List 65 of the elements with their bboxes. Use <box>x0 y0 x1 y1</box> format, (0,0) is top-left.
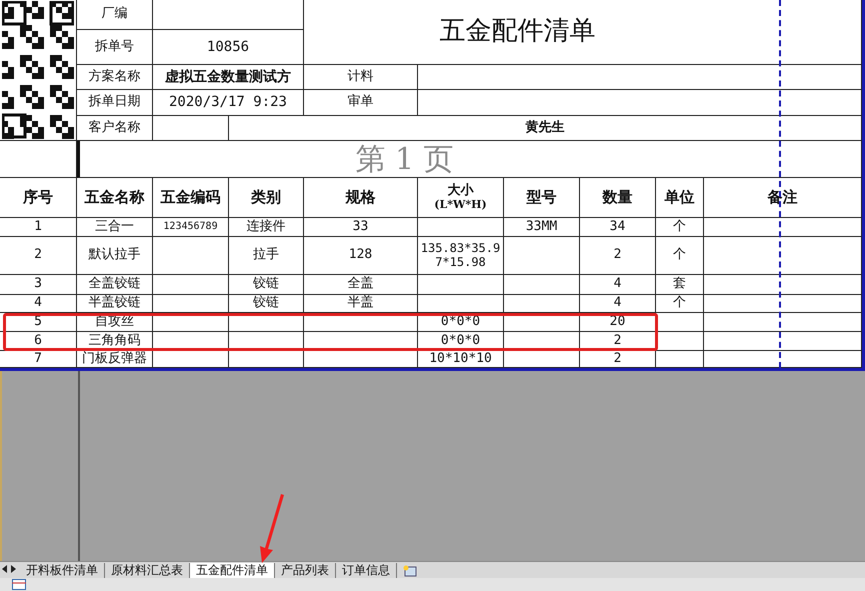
column-header: 数量 <box>580 178 656 218</box>
table-cell: 个 <box>656 218 704 237</box>
tab-scroll-icon[interactable] <box>2 565 16 573</box>
new-sheet-icon[interactable] <box>403 565 417 577</box>
table-cell: 0*0*0 <box>418 313 504 332</box>
table-cell: 个 <box>656 237 704 275</box>
field-label: 拆单日期 <box>77 90 153 116</box>
table-cell: 全盖 <box>304 275 418 295</box>
empty-cell <box>656 313 704 332</box>
table-cell: 4 <box>580 275 656 295</box>
table-cell: 全盖铰链 <box>77 275 153 295</box>
table-cell: 三合一 <box>77 218 153 237</box>
table-cell: 10*10*10 <box>418 351 504 368</box>
table-cell: 2 <box>580 351 656 368</box>
column-header: 规格 <box>304 178 418 218</box>
column-header: 单位 <box>656 178 704 218</box>
empty-cell <box>656 351 704 368</box>
table-cell: 123456789 <box>153 218 229 237</box>
table-cell: 7 <box>0 351 77 368</box>
table-cell: 拉手 <box>229 237 304 275</box>
table-cell: 默认拉手 <box>77 237 153 275</box>
table-cell: 三角角码 <box>77 332 153 351</box>
field-value: 虚拟五金数量测试方 <box>153 65 304 90</box>
field-value: 10856 <box>153 30 304 65</box>
sheet-icon <box>12 579 26 590</box>
column-header: 五金名称 <box>77 178 153 218</box>
table-cell: 33MM <box>504 218 580 237</box>
empty-cell <box>656 332 704 351</box>
column-header: 型号 <box>504 178 580 218</box>
table-cell: 128 <box>304 237 418 275</box>
table-cell: 0*0*0 <box>418 332 504 351</box>
table-cell: 4 <box>580 295 656 313</box>
field-label: 厂编 <box>77 0 153 30</box>
field-label: 审单 <box>304 90 418 116</box>
table-cell: 连接件 <box>229 218 304 237</box>
table-cell: 6 <box>0 332 77 351</box>
table-cell: 33 <box>304 218 418 237</box>
sheet-title: 五金配件清单 <box>440 17 596 47</box>
table-cell: 个 <box>656 295 704 313</box>
table-cell: 半盖 <box>304 295 418 313</box>
table-cell: 135.83*35.97*15.98 <box>418 237 504 275</box>
table-cell: 3 <box>0 275 77 295</box>
table-cell: 34 <box>580 218 656 237</box>
table-cell: 2 <box>580 332 656 351</box>
column-header: 类别 <box>229 178 304 218</box>
column-header: 大小 (L*W*H) <box>418 178 504 218</box>
field-label: 方案名称 <box>77 65 153 90</box>
table-cell: 半盖铰链 <box>77 295 153 313</box>
sheet-tab[interactable]: 五金配件清单 <box>190 563 275 578</box>
table-cell: 4 <box>0 295 77 313</box>
field-label: 计料 <box>304 65 418 90</box>
table-cell: 铰链 <box>229 275 304 295</box>
field-label: 客户名称 <box>77 116 153 141</box>
column-header: 备注 <box>704 178 862 218</box>
table-cell: 1 <box>0 218 77 237</box>
table-cell: 2 <box>580 237 656 275</box>
table-cell: 铰链 <box>229 295 304 313</box>
page-label: 第 1 页 <box>355 142 454 176</box>
field-value: 2020/3/17 9:23 <box>153 90 304 116</box>
column-header: 序号 <box>0 178 77 218</box>
column-header: 五金编码 <box>153 178 229 218</box>
field-value: 黄先生 <box>229 116 862 141</box>
table-cell: 2 <box>0 237 77 275</box>
field-label: 拆单号 <box>77 30 153 65</box>
table-cell: 套 <box>656 275 704 295</box>
